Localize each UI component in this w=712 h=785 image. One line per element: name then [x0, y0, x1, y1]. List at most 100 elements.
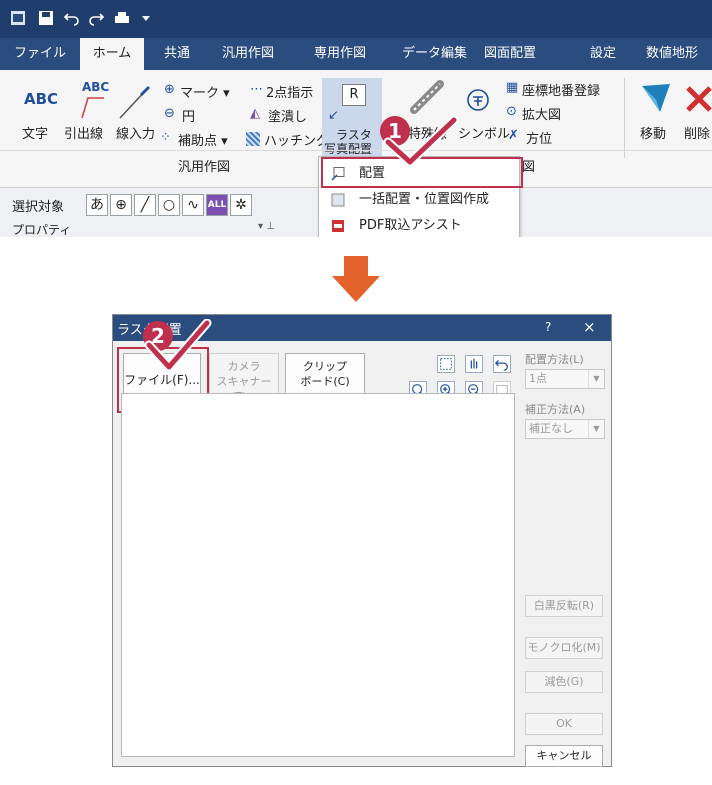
print-icon[interactable]	[114, 10, 130, 26]
tab-data-edit[interactable]: データ編集	[402, 38, 467, 70]
pin-icon[interactable]: ▾ ⊥	[258, 221, 275, 232]
select-text-button[interactable]: あ	[86, 194, 108, 216]
menu-item-batch-place-label: 一括配置・位置図作成	[359, 192, 490, 207]
placement-method-select[interactable]: 1点 ▼	[525, 369, 605, 389]
select-symbol-button[interactable]: ⊕	[110, 194, 132, 216]
leader-button-label[interactable]: 引出線	[64, 123, 103, 142]
checkmark-1-icon	[383, 116, 458, 166]
ok-button[interactable]: OK	[525, 713, 603, 735]
raster-place-dialog: ラスタ配置 ? × ファイル(F)... カメラ スキャナー(T)... クリッ…	[112, 314, 612, 767]
menu-item-pdf-import-label: PDF取込アシスト	[359, 218, 462, 233]
preview-canvas[interactable]	[121, 393, 515, 757]
placement-method-value: 1点	[529, 372, 547, 385]
menu-item-batch-place[interactable]: 一括配置・位置図作成	[319, 187, 519, 213]
two-point-button[interactable]: 2点指示	[266, 82, 313, 101]
hatching-icon	[246, 132, 260, 146]
tab-common[interactable]: 共通	[164, 38, 190, 70]
app-screenshot: ファイル ホーム 共通 汎用作図 専用作図 データ編集 図面配置 設定 数値地形…	[0, 0, 712, 237]
mark-button[interactable]: マーク ▾	[180, 82, 230, 101]
delete-icon[interactable]	[684, 84, 712, 114]
placement-method-label: 配置方法(L)	[525, 353, 584, 366]
customize-chevron-icon[interactable]	[138, 10, 154, 26]
save-icon[interactable]	[38, 10, 54, 26]
menu-bar: ファイル ホーム 共通 汎用作図 専用作図 データ編集 図面配置 設定 数値地形	[0, 38, 712, 70]
aux-point-label: 補助点	[178, 134, 218, 149]
aux-point-button[interactable]: 補助点 ▾	[178, 130, 228, 149]
fill-icon: ◭	[250, 106, 260, 121]
fit-icon[interactable]	[437, 355, 455, 373]
dialog-undo-icon[interactable]	[493, 355, 511, 373]
close-icon[interactable]: ×	[583, 318, 596, 336]
tab-home[interactable]: ホーム	[80, 38, 144, 70]
tab-file[interactable]: ファイル	[14, 38, 66, 70]
direction-icon: ✗	[508, 128, 519, 143]
selection-target-label: 選択対象	[12, 200, 65, 215]
tab-drawing-layout[interactable]: 図面配置	[484, 38, 536, 70]
tab-special-drawing[interactable]: 専用作図	[314, 38, 366, 70]
pdf-icon	[332, 220, 344, 232]
camera-scanner-button[interactable]: カメラ スキャナー(T)...	[209, 353, 279, 403]
raster-photo-button[interactable]: R ↙ ラスタ 写真配置	[322, 78, 382, 158]
group-label-general: 汎用作図	[178, 160, 231, 175]
special-line-icon[interactable]	[410, 80, 446, 114]
leader-icon[interactable]: ABC	[82, 80, 109, 94]
text-icon[interactable]: ABC	[24, 90, 58, 108]
two-point-icon: ⋯	[250, 82, 263, 97]
tab-general-drawing[interactable]: 汎用作図	[222, 38, 274, 70]
circle-button[interactable]: 円	[182, 106, 195, 125]
line-input-icon[interactable]	[118, 84, 152, 120]
direction-button[interactable]: 方位	[526, 128, 552, 147]
group-separator	[624, 78, 625, 158]
enlarged-button[interactable]: 拡大図	[522, 104, 561, 123]
delete-label[interactable]: 削除	[684, 123, 710, 142]
undo-icon[interactable]	[64, 10, 80, 26]
help-icon[interactable]: ?	[545, 320, 551, 334]
redo-icon[interactable]	[88, 10, 104, 26]
line-input-label[interactable]: 線入力	[116, 123, 155, 142]
group-label-divider	[0, 150, 712, 151]
app-icon	[11, 11, 25, 25]
chevron-down-icon: ▼	[588, 420, 604, 438]
down-arrow-icon	[332, 256, 380, 302]
reduce-color-button[interactable]: 減色(G)	[525, 671, 603, 693]
chevron-down-icon: ▼	[588, 370, 604, 388]
select-settings-icon[interactable]: ✲	[230, 194, 252, 216]
aux-point-icon: ⁘	[160, 130, 171, 145]
correction-method-value: 補正なし	[529, 422, 573, 435]
clipboard-label-1: クリップ	[303, 360, 347, 373]
invert-button[interactable]: 白黒反転(R)	[525, 595, 603, 617]
select-circle-button[interactable]: ○	[158, 194, 180, 216]
symbol-icon[interactable]	[466, 88, 490, 112]
monochrome-button[interactable]: モノクロ化(M)	[525, 637, 603, 659]
select-curve-button[interactable]: ∿	[182, 194, 204, 216]
coord-register-icon: ▦	[506, 80, 519, 95]
select-line-button[interactable]: ╱	[134, 194, 156, 216]
menu-item-pdf-import[interactable]: PDF取込アシスト	[319, 213, 519, 237]
move-icon[interactable]	[640, 82, 674, 116]
raster-label-2: 写真配置	[324, 142, 373, 156]
hatching-button[interactable]: ハッチング	[264, 130, 329, 149]
enlarged-icon: ⊙	[506, 104, 517, 119]
correction-method-select[interactable]: 補正なし ▼	[525, 419, 605, 439]
coord-register-button[interactable]: 座標地番登録	[522, 80, 600, 99]
leader-line-icon	[81, 97, 104, 119]
move-label[interactable]: 移動	[640, 123, 666, 142]
text-button-label[interactable]: 文字	[22, 123, 48, 142]
clipboard-button[interactable]: クリップ ボード(C)	[285, 353, 365, 395]
checkmark-2-icon	[144, 319, 212, 372]
raster-arrow-icon: ↙	[328, 108, 339, 123]
group-label-partial: 図	[522, 160, 536, 175]
select-all-button[interactable]: ALL	[206, 194, 228, 216]
property-label: プロパティ	[12, 223, 72, 237]
raster-icon: R	[342, 84, 366, 106]
fill-button[interactable]: 塗潰し	[268, 106, 307, 125]
mark-icon: ⊕	[164, 82, 175, 97]
pan-icon[interactable]	[465, 355, 483, 373]
symbol-label[interactable]: シンボル	[458, 123, 510, 142]
batch-place-icon	[331, 193, 345, 207]
tab-settings[interactable]: 設定	[590, 38, 616, 70]
camera-label-1: カメラ	[227, 360, 261, 373]
tab-numeric-terrain[interactable]: 数値地形	[646, 38, 698, 70]
correction-method-label: 補正方法(A)	[525, 403, 586, 416]
cancel-button[interactable]: キャンセル	[525, 745, 603, 767]
